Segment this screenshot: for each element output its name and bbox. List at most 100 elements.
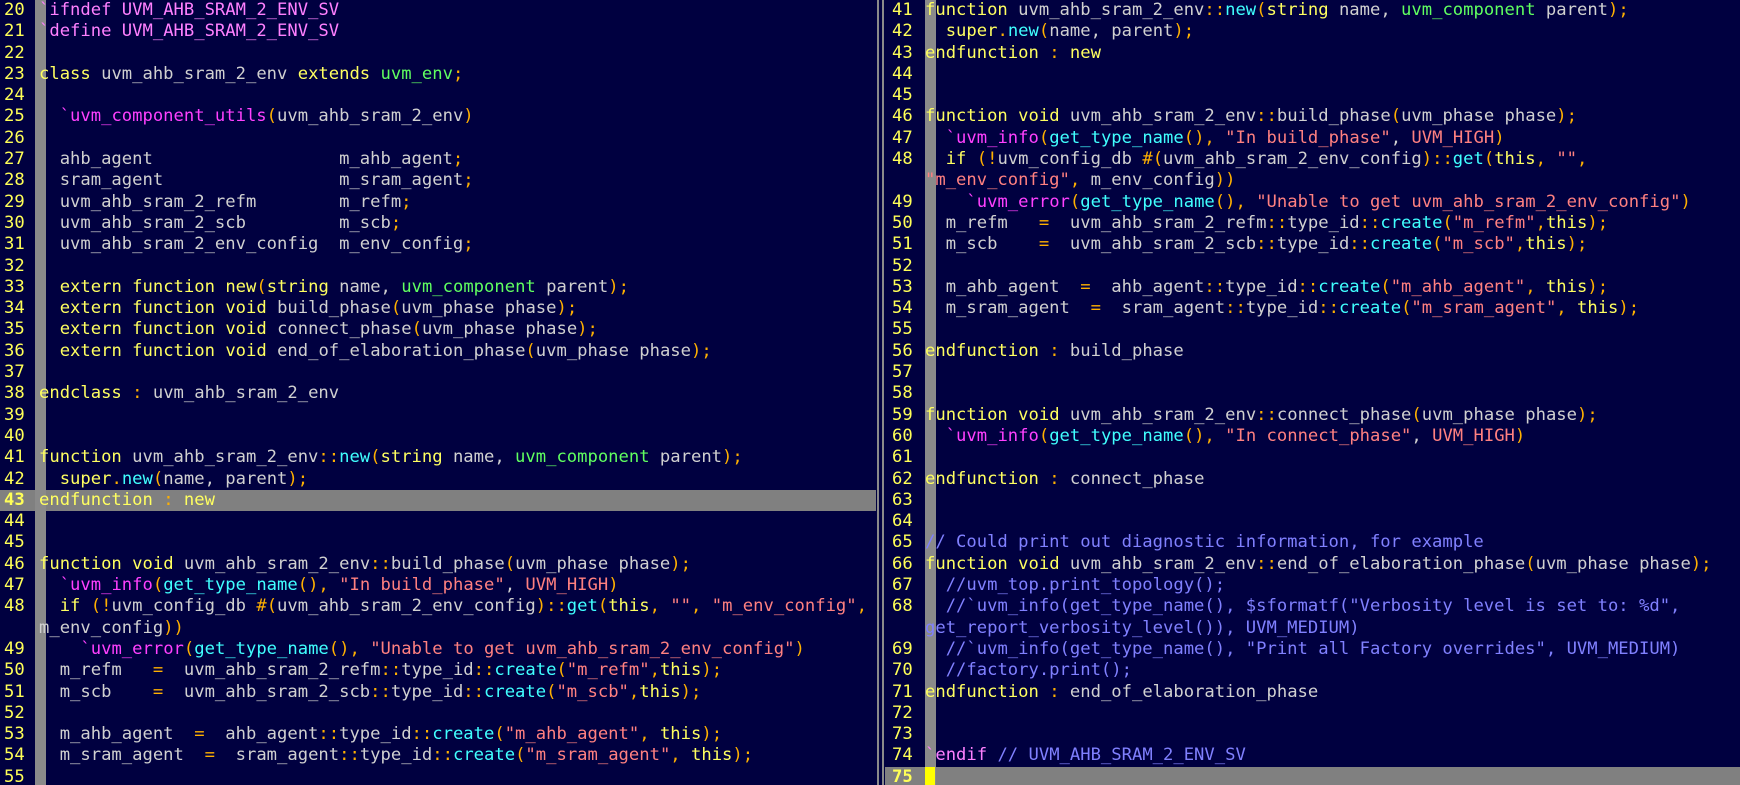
code-text[interactable]: super.new(name, parent); — [925, 21, 1194, 42]
code-line[interactable]: 30 uvm_ahb_sram_2_scb m_scb; — [0, 212, 876, 235]
code-line[interactable]: 42 super.new(name, parent); — [0, 468, 876, 490]
code-line[interactable]: 63 — [885, 489, 1740, 512]
code-line[interactable]: 37 — [0, 362, 876, 384]
code-line[interactable]: 61 — [885, 447, 1740, 469]
code-line[interactable]: 49 `uvm_error(get_type_name(), "Unable t… — [885, 191, 1740, 213]
code-text[interactable]: extern function new(string name, uvm_com… — [39, 277, 629, 298]
code-text[interactable]: super.new(name, parent); — [39, 469, 308, 490]
code-text[interactable]: // Could print out diagnostic informatio… — [925, 532, 1484, 553]
code-line-continuation[interactable]: m_env_config)) — [0, 617, 876, 639]
code-lines-left[interactable]: 20 `ifndef UVM_AHB_SRAM_2_ENV_SV 21 `define… — [0, 0, 876, 785]
code-text[interactable]: `uvm_info(get_type_name(), "In build_pha… — [39, 575, 619, 596]
code-line[interactable]: 64 — [885, 511, 1740, 533]
code-text[interactable]: extern function void end_of_elaboration_… — [39, 341, 712, 362]
code-text[interactable]: endfunction : new — [39, 490, 215, 511]
code-line[interactable]: 51 m_scb = uvm_ahb_sram_2_scb::type_id::… — [0, 681, 876, 703]
code-line[interactable]: 58 — [885, 383, 1740, 405]
code-text[interactable]: uvm_ahb_sram_2_refm m_refm; — [39, 192, 412, 213]
code-line[interactable]: 65 // Could print out diagnostic informat… — [885, 532, 1740, 554]
vim-editor[interactable]: 20 `ifndef UVM_AHB_SRAM_2_ENV_SV 21 `define… — [0, 0, 1740, 785]
code-line[interactable]: 52 — [885, 255, 1740, 277]
code-text[interactable]: if (!uvm_config_db #(uvm_ahb_sram_2_env_… — [925, 149, 1588, 170]
code-text[interactable]: m_scb = uvm_ahb_sram_2_scb::type_id::cre… — [925, 234, 1588, 255]
code-line[interactable]: 53 m_ahb_agent = ahb_agent::type_id::cre… — [0, 724, 876, 746]
code-text[interactable]: endfunction : new — [925, 43, 1101, 64]
code-line[interactable]: 32 — [0, 255, 876, 277]
code-text[interactable]: function void uvm_ahb_sram_2_env::connec… — [925, 405, 1598, 426]
code-text[interactable]: function void uvm_ahb_sram_2_env::build_… — [39, 554, 691, 575]
code-text[interactable]: endclass : uvm_ahb_sram_2_env — [39, 383, 339, 404]
editor-pane-left[interactable]: 20 `ifndef UVM_AHB_SRAM_2_ENV_SV 21 `define… — [0, 0, 876, 785]
code-line[interactable]: 21 `define UVM_AHB_SRAM_2_ENV_SV — [0, 21, 876, 43]
code-text[interactable]: function uvm_ahb_sram_2_env::new(string … — [39, 447, 743, 468]
code-text[interactable]: //uvm_top.print_topology(); — [925, 575, 1225, 596]
code-text[interactable]: `uvm_info(get_type_name(), "In build_pha… — [925, 128, 1505, 149]
code-text[interactable]: function void uvm_ahb_sram_2_env::end_of… — [925, 554, 1712, 575]
code-line[interactable]: 33 extern function new(string name, uvm_… — [0, 276, 876, 299]
code-line[interactable]: 55 — [885, 319, 1740, 341]
code-text[interactable]: m_ahb_agent = ahb_agent::type_id::create… — [39, 724, 722, 745]
code-text[interactable]: ahb_agent m_ahb_agent; — [39, 149, 464, 170]
code-line[interactable]: 27 ahb_agent m_ahb_agent; — [0, 149, 876, 171]
code-text[interactable]: function void uvm_ahb_sram_2_env::build_… — [925, 106, 1577, 127]
code-line[interactable]: 50 m_refm = uvm_ahb_sram_2_refm::type_id… — [885, 212, 1740, 235]
code-text[interactable]: m_ahb_agent = ahb_agent::type_id::create… — [925, 277, 1608, 298]
code-line[interactable]: 54 m_sram_agent = sram_agent::type_id::c… — [0, 745, 876, 767]
code-text[interactable]: `uvm_component_utils(uvm_ahb_sram_2_env) — [39, 106, 474, 127]
code-line[interactable]: 34 extern function void build_phase(uvm_… — [0, 298, 876, 320]
code-text[interactable]: uvm_ahb_sram_2_scb m_scb; — [39, 213, 402, 234]
code-line[interactable]: 43 endfunction : new — [885, 42, 1740, 64]
code-text[interactable]: sram_agent m_sram_agent; — [39, 170, 474, 191]
code-line[interactable]: 22 — [0, 42, 876, 64]
code-line[interactable]: 24 — [0, 85, 876, 107]
code-line[interactable]: 23 class uvm_ahb_sram_2_env extends uvm_e… — [0, 63, 876, 86]
code-line[interactable]: 46 function void uvm_ahb_sram_2_env::buil… — [885, 106, 1740, 128]
code-line[interactable]: 47 `uvm_info(get_type_name(), "In build_… — [885, 127, 1740, 150]
code-text[interactable]: `define UVM_AHB_SRAM_2_ENV_SV — [39, 21, 339, 42]
code-text[interactable]: m_env_config)) — [39, 618, 184, 639]
code-line[interactable]: 43 endfunction : new — [0, 489, 876, 512]
code-text[interactable]: `uvm_error(get_type_name(), "Unable to g… — [925, 192, 1690, 213]
code-text[interactable]: endfunction : connect_phase — [925, 469, 1204, 490]
code-text[interactable]: get_report_verbosity_level()), UVM_MEDIU… — [925, 618, 1360, 639]
code-line[interactable]: 48 if (!uvm_config_db #(uvm_ahb_sram_2_e… — [885, 149, 1740, 171]
code-text[interactable]: function uvm_ahb_sram_2_env::new(string … — [925, 0, 1629, 21]
code-line[interactable]: 42 super.new(name, parent); — [885, 21, 1740, 43]
code-line[interactable]: 38 endclass : uvm_ahb_sram_2_env — [0, 383, 876, 405]
code-text[interactable]: //`uvm_info(get_type_name(), "Print all … — [925, 639, 1681, 660]
code-line[interactable]: 45 — [0, 532, 876, 554]
code-text[interactable]: extern function void build_phase(uvm_pha… — [39, 298, 577, 319]
code-line[interactable]: 67 //uvm_top.print_topology(); — [885, 575, 1740, 597]
code-line[interactable]: 75 — [885, 766, 1740, 785]
code-text[interactable]: `endif // UVM_AHB_SRAM_2_ENV_SV — [925, 745, 1246, 766]
code-line[interactable]: 68 //`uvm_info(get_type_name(), $sformat… — [885, 596, 1740, 618]
code-line[interactable]: 25 `uvm_component_utils(uvm_ahb_sram_2_e… — [0, 106, 876, 128]
code-line[interactable]: 26 — [0, 127, 876, 150]
code-line[interactable]: 44 — [885, 63, 1740, 86]
code-line[interactable]: 55 — [0, 766, 876, 785]
code-line[interactable]: 47 `uvm_info(get_type_name(), "In build_… — [0, 575, 876, 597]
code-line[interactable]: 45 — [885, 85, 1740, 107]
code-line[interactable]: 20 `ifndef UVM_AHB_SRAM_2_ENV_SV — [0, 0, 876, 22]
code-text[interactable]: m_refm = uvm_ahb_sram_2_refm::type_id::c… — [39, 660, 722, 681]
code-line[interactable]: 62 endfunction : connect_phase — [885, 468, 1740, 490]
vertical-split-divider[interactable] — [876, 0, 885, 785]
code-text[interactable]: "m_env_config", m_env_config)) — [925, 170, 1235, 191]
code-line[interactable]: 49 `uvm_error(get_type_name(), "Unable t… — [0, 638, 876, 661]
code-text[interactable]: endfunction : end_of_elaboration_phase — [925, 682, 1318, 703]
code-text[interactable]: m_scb = uvm_ahb_sram_2_scb::type_id::cre… — [39, 682, 702, 703]
code-lines-right[interactable]: 41 function uvm_ahb_sram_2_env::new(strin… — [885, 0, 1740, 785]
code-line[interactable]: 41 function uvm_ahb_sram_2_env::new(strin… — [885, 0, 1740, 22]
code-line[interactable]: 29 uvm_ahb_sram_2_refm m_refm; — [0, 191, 876, 213]
code-line[interactable]: 60 `uvm_info(get_type_name(), "In connec… — [885, 425, 1740, 448]
code-line[interactable]: 35 extern function void connect_phase(uv… — [0, 319, 876, 341]
code-line[interactable]: 57 — [885, 362, 1740, 384]
code-text[interactable]: m_refm = uvm_ahb_sram_2_refm::type_id::c… — [925, 213, 1608, 234]
code-line[interactable]: 71 endfunction : end_of_elaboration_phase — [885, 681, 1740, 703]
code-line[interactable]: 74 `endif // UVM_AHB_SRAM_2_ENV_SV — [885, 745, 1740, 767]
editor-pane-right[interactable]: 41 function uvm_ahb_sram_2_env::new(strin… — [885, 0, 1740, 785]
code-line[interactable]: 70 //factory.print(); — [885, 660, 1740, 682]
code-line[interactable]: 31 uvm_ahb_sram_2_env_config m_env_confi… — [0, 234, 876, 256]
code-text[interactable]: if (!uvm_config_db #(uvm_ahb_sram_2_env_… — [39, 596, 867, 617]
code-line[interactable]: 53 m_ahb_agent = ahb_agent::type_id::cre… — [885, 276, 1740, 299]
